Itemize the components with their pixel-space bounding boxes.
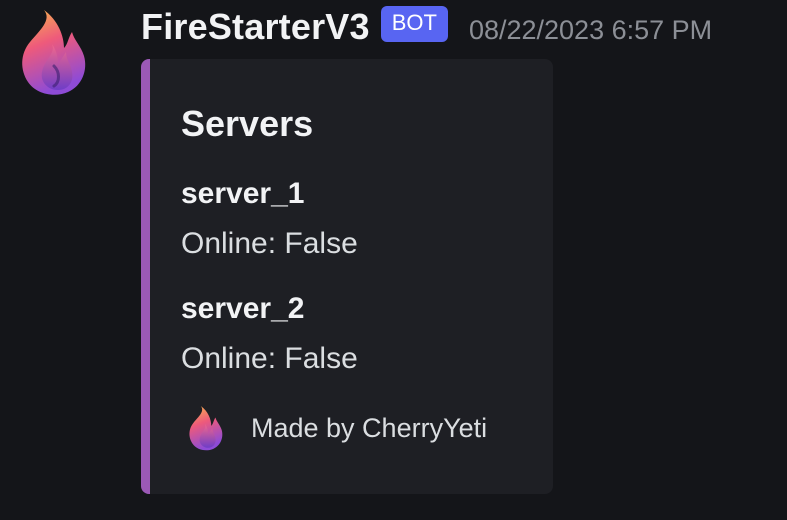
embed-accent-bar bbox=[141, 59, 150, 494]
flame-icon bbox=[189, 406, 223, 451]
embed-card: Servers server_1 Online: False server_2 … bbox=[141, 59, 553, 494]
flame-icon[interactable] bbox=[14, 8, 90, 100]
embed-title: Servers bbox=[181, 103, 314, 144]
field-name-server-1: server_1 bbox=[181, 177, 305, 210]
chat-message: FireStarterV3 BOT 08/22/2023 6:57 PM Ser… bbox=[0, 0, 787, 520]
message-timestamp: 08/22/2023 6:57 PM bbox=[468, 14, 713, 45]
field-value-server-1: Online: False bbox=[181, 227, 358, 260]
embed-footer-text: Made by CherryYeti bbox=[251, 413, 488, 443]
message-header: FireStarterV3 BOT 08/22/2023 6:57 PM bbox=[141, 4, 712, 50]
username[interactable]: FireStarterV3 bbox=[141, 6, 370, 48]
field-name-server-2: server_2 bbox=[181, 292, 305, 325]
field-value-server-2: Online: False bbox=[181, 342, 358, 375]
bot-badge: BOT bbox=[380, 6, 448, 42]
